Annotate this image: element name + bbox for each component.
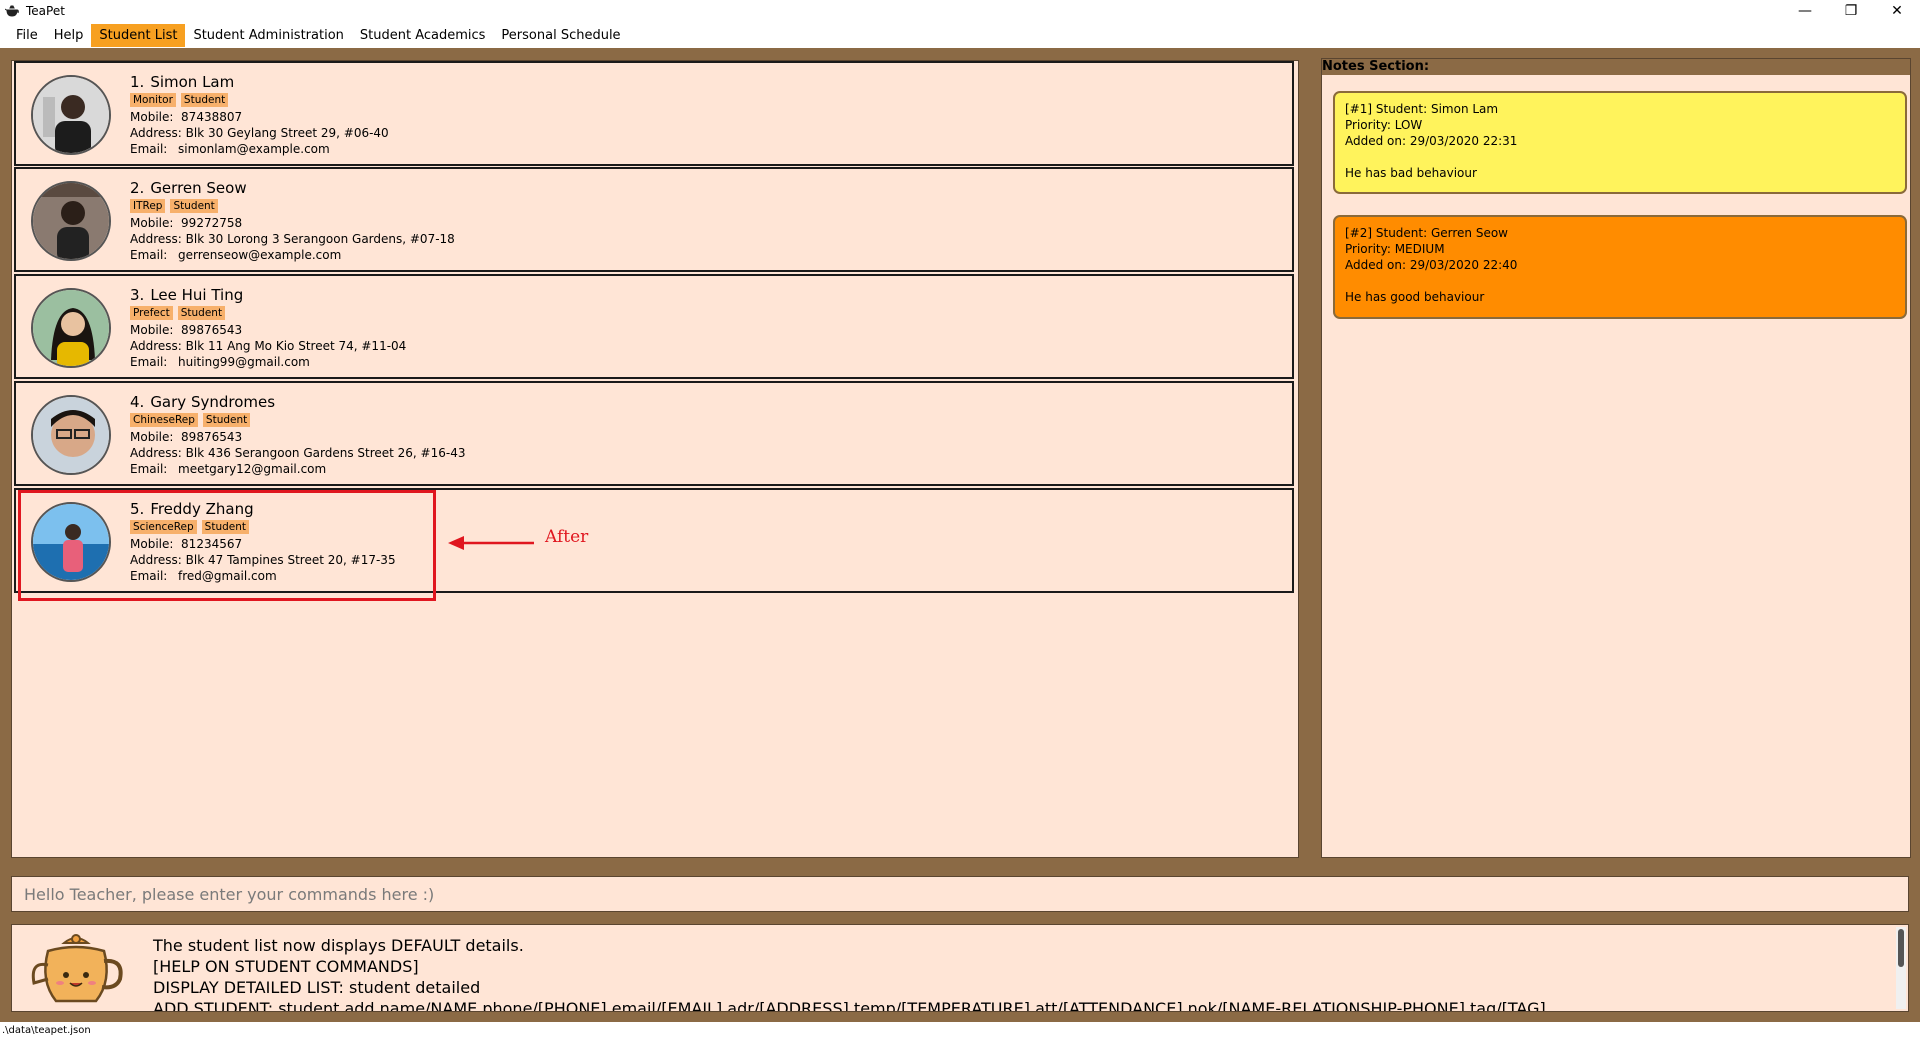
mobile-label: Mobile: bbox=[130, 323, 174, 337]
student-email: simonlam@example.com bbox=[178, 142, 330, 156]
restore-button[interactable]: ❐ bbox=[1828, 0, 1874, 22]
avatar bbox=[31, 181, 111, 261]
address-label: Address: bbox=[130, 126, 182, 140]
student-card[interactable]: 3. Lee Hui Ting Prefect Student Mobile: 89… bbox=[14, 274, 1294, 379]
tag-badge: Student bbox=[180, 93, 229, 107]
menu-bar: File Help Student List Student Administr… bbox=[0, 24, 1920, 47]
tag-badge: Student bbox=[202, 413, 251, 427]
email-label: Email: bbox=[130, 355, 168, 369]
tag-badge: Monitor bbox=[130, 93, 176, 107]
result-display: The student list now displays DEFAULT de… bbox=[11, 924, 1909, 1012]
student-card[interactable]: 2. Gerren Seow ITRep Student Mobile: 99272… bbox=[14, 167, 1294, 272]
student-mobile: 89876543 bbox=[181, 323, 243, 337]
menu-personal-schedule[interactable]: Personal Schedule bbox=[493, 24, 628, 47]
student-address: Blk 30 Geylang Street 29, #06-40 bbox=[185, 126, 389, 140]
menu-student-list[interactable]: Student List bbox=[91, 24, 186, 47]
window-title: TeaPet bbox=[26, 4, 65, 18]
tag-badge: Prefect bbox=[130, 306, 173, 320]
result-scrollbar[interactable] bbox=[1896, 927, 1906, 1009]
note-added-date: Added on: 29/03/2020 22:40 bbox=[1345, 258, 1518, 272]
student-card[interactable]: 4. Gary Syndromes ChineseRep Student Mobil… bbox=[14, 381, 1294, 486]
close-button[interactable]: ✕ bbox=[1874, 0, 1920, 22]
menu-file[interactable]: File bbox=[8, 24, 46, 47]
student-name: Gary Syndromes bbox=[150, 393, 276, 411]
tag-badge: Student bbox=[177, 306, 226, 320]
avatar bbox=[31, 288, 111, 368]
student-index: 3. bbox=[130, 286, 145, 304]
teapot-app-icon bbox=[4, 3, 20, 19]
note-header: [#1] Student: Simon Lam bbox=[1345, 102, 1499, 116]
tag-badge: ChineseRep bbox=[130, 413, 198, 427]
email-label: Email: bbox=[130, 462, 168, 476]
notes-title: Notes Section: bbox=[1322, 59, 1910, 75]
student-email: gerrenseow@example.com bbox=[178, 248, 342, 262]
tag-badge: ITRep bbox=[130, 199, 166, 213]
student-name: Simon Lam bbox=[150, 73, 235, 91]
menu-student-academics[interactable]: Student Academics bbox=[352, 24, 494, 47]
result-line: ADD STUDENT: student add name/NAME phone… bbox=[153, 999, 1546, 1012]
annotation-after-label: After bbox=[545, 527, 589, 547]
minimize-button[interactable]: — bbox=[1782, 0, 1828, 22]
note-header: [#2] Student: Gerren Seow bbox=[1345, 226, 1508, 240]
student-list-panel[interactable]: 1. Simon Lam Monitor Student Mobile: 87438… bbox=[11, 60, 1299, 858]
window-controls: — ❐ ✕ bbox=[1782, 0, 1920, 22]
student-mobile: 89876543 bbox=[181, 430, 243, 444]
email-label: Email: bbox=[130, 248, 168, 262]
avatar bbox=[31, 75, 111, 155]
student-address: Blk 436 Serangoon Gardens Street 26, #16… bbox=[185, 446, 466, 460]
student-email: meetgary12@gmail.com bbox=[178, 462, 327, 476]
address-label: Address: bbox=[130, 339, 182, 353]
mobile-label: Mobile: bbox=[130, 110, 174, 124]
student-name: Lee Hui Ting bbox=[150, 286, 244, 304]
mobile-label: Mobile: bbox=[130, 216, 174, 230]
student-email: huiting99@gmail.com bbox=[178, 355, 310, 369]
title-bar: TeaPet — ❐ ✕ bbox=[0, 0, 1920, 22]
result-text: The student list now displays DEFAULT de… bbox=[153, 935, 1546, 1012]
main-frame: 1. Simon Lam Monitor Student Mobile: 87438… bbox=[0, 48, 1920, 1022]
result-line: DISPLAY DETAILED LIST: student detailed bbox=[153, 978, 481, 997]
notes-panel: Notes Section: [#1] Student: Simon Lam P… bbox=[1321, 58, 1911, 858]
student-index: 4. bbox=[130, 393, 145, 411]
tag-badge: Student bbox=[170, 199, 218, 213]
annotation-arrow-icon bbox=[448, 536, 534, 550]
note-priority: Priority: MEDIUM bbox=[1345, 242, 1445, 256]
teapot-mascot-icon bbox=[31, 934, 123, 1003]
note-content: He has bad behaviour bbox=[1345, 166, 1477, 180]
result-line: The student list now displays DEFAULT de… bbox=[153, 936, 524, 955]
student-index: 1. bbox=[130, 73, 145, 91]
scrollbar-thumb[interactable] bbox=[1898, 929, 1904, 967]
student-mobile: 87438807 bbox=[181, 110, 243, 124]
command-input[interactable] bbox=[12, 877, 1908, 911]
annotation-highlight-box bbox=[18, 490, 436, 601]
menu-help[interactable]: Help bbox=[46, 24, 92, 47]
student-index: 2. bbox=[130, 179, 145, 197]
student-card[interactable]: 1. Simon Lam Monitor Student Mobile: 87438… bbox=[14, 61, 1294, 166]
address-label: Address: bbox=[130, 446, 182, 460]
note-content: He has good behaviour bbox=[1345, 290, 1485, 304]
menu-student-administration[interactable]: Student Administration bbox=[185, 24, 351, 47]
mobile-label: Mobile: bbox=[130, 430, 174, 444]
result-line: [HELP ON STUDENT COMMANDS] bbox=[153, 957, 419, 976]
student-name: Gerren Seow bbox=[150, 179, 247, 197]
student-mobile: 99272758 bbox=[181, 216, 243, 230]
avatar bbox=[31, 395, 111, 475]
student-address: Blk 11 Ang Mo Kio Street 74, #11-04 bbox=[185, 339, 407, 353]
command-box bbox=[11, 876, 1909, 912]
note-card[interactable]: [#2] Student: Gerren Seow Priority: MEDI… bbox=[1333, 215, 1907, 319]
note-card[interactable]: [#1] Student: Simon Lam Priority: LOW Ad… bbox=[1333, 91, 1907, 194]
status-bar-path: .\data\teapet.json bbox=[0, 1022, 1920, 1039]
email-label: Email: bbox=[130, 142, 168, 156]
address-label: Address: bbox=[130, 232, 182, 246]
note-added-date: Added on: 29/03/2020 22:31 bbox=[1345, 134, 1518, 148]
student-address: Blk 30 Lorong 3 Serangoon Gardens, #07-1… bbox=[185, 232, 455, 246]
note-priority: Priority: LOW bbox=[1345, 118, 1423, 132]
